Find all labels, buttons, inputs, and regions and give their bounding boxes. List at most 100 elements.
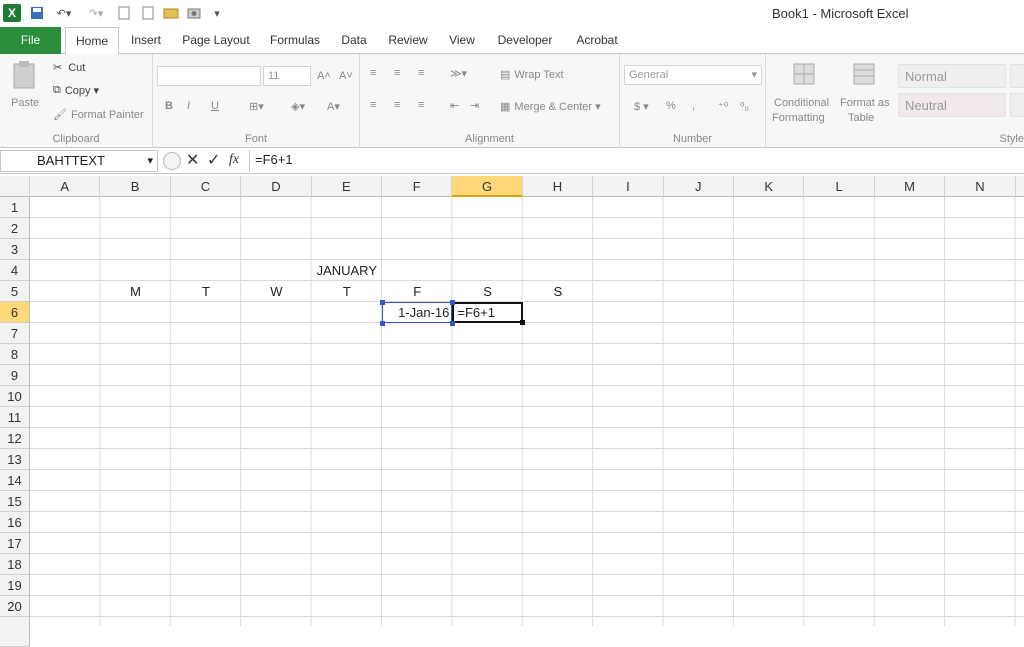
tab-insert[interactable]: Insert bbox=[124, 27, 168, 54]
cell-e4[interactable]: JANUARY bbox=[312, 260, 382, 281]
row-header-3[interactable]: 3 bbox=[0, 239, 30, 260]
column-header-e[interactable]: E bbox=[311, 176, 382, 197]
increase-decimal-icon[interactable]: ⁺⁰ bbox=[718, 100, 728, 113]
row-header-7[interactable]: 7 bbox=[0, 323, 30, 344]
name-box[interactable]: BAHTTEXT ▾ bbox=[0, 150, 158, 172]
tab-developer[interactable]: Developer bbox=[490, 27, 560, 54]
comma-icon[interactable]: , bbox=[692, 100, 695, 112]
row-header-13[interactable]: 13 bbox=[0, 449, 30, 470]
tab-home[interactable]: Home bbox=[65, 27, 119, 55]
column-header-overflow[interactable] bbox=[1015, 176, 1024, 197]
increase-indent-icon[interactable]: ⇥ bbox=[470, 99, 479, 112]
row-header-19[interactable]: 19 bbox=[0, 575, 30, 596]
column-header-n[interactable]: N bbox=[945, 176, 1016, 197]
borders-icon[interactable]: ⊞▾ bbox=[249, 100, 264, 113]
cell-h5[interactable]: S bbox=[523, 281, 593, 302]
customize-qat-icon[interactable]: ▾ bbox=[210, 4, 224, 22]
camera-icon[interactable] bbox=[186, 4, 202, 22]
column-header-a[interactable]: A bbox=[30, 176, 101, 197]
font-size-dropdown[interactable]: 11 bbox=[263, 66, 311, 86]
column-header-l[interactable]: L bbox=[804, 176, 875, 197]
row-header-6[interactable]: 6 bbox=[0, 302, 30, 323]
row-header-11[interactable]: 11 bbox=[0, 407, 30, 428]
column-header-f[interactable]: F bbox=[382, 176, 453, 197]
font-family-dropdown[interactable] bbox=[157, 66, 261, 86]
tab-page-layout[interactable]: Page Layout bbox=[176, 27, 256, 54]
row-header-1[interactable]: 1 bbox=[0, 197, 30, 218]
column-header-c[interactable]: C bbox=[170, 176, 242, 197]
formula-bar-resize-handle[interactable] bbox=[163, 152, 181, 170]
style-next-cell-2[interactable] bbox=[1010, 93, 1024, 117]
row-header-8[interactable]: 8 bbox=[0, 344, 30, 365]
tab-acrobat[interactable]: Acrobat bbox=[568, 27, 626, 54]
new-document-icon[interactable] bbox=[140, 4, 156, 22]
italic-button[interactable]: I bbox=[187, 100, 190, 112]
format-as-table-button[interactable]: Format as bbox=[840, 97, 890, 109]
align-top-icon[interactable]: ≡ bbox=[370, 67, 376, 79]
cell-f5[interactable]: F bbox=[382, 281, 452, 302]
worksheet-grid[interactable]: A B C D E F G H I J K L M N 1 2 3 4 5 6 7 8 9 10 11 12 13 14 15 16 17 1… bbox=[0, 176, 1024, 647]
align-bottom-icon[interactable]: ≡ bbox=[418, 67, 424, 79]
tab-view[interactable]: View bbox=[442, 27, 482, 54]
cut-button[interactable]: ✂ Cut bbox=[53, 61, 85, 75]
column-header-i[interactable]: I bbox=[593, 176, 664, 197]
save-icon[interactable] bbox=[28, 4, 46, 22]
decrease-decimal-icon[interactable]: ⁰₀ bbox=[740, 100, 749, 113]
style-neutral[interactable]: Neutral bbox=[898, 93, 1006, 117]
style-next-cell[interactable] bbox=[1010, 64, 1024, 88]
select-all-button[interactable] bbox=[0, 176, 30, 197]
row-header-4[interactable]: 4 bbox=[0, 260, 30, 281]
row-header-20[interactable]: 20 bbox=[0, 596, 30, 617]
row-header-9[interactable]: 9 bbox=[0, 365, 30, 386]
paste-icon[interactable] bbox=[11, 60, 39, 90]
column-header-h[interactable]: H bbox=[522, 176, 594, 197]
cell-d5[interactable]: W bbox=[241, 281, 311, 302]
underline-button[interactable]: U bbox=[211, 100, 219, 112]
tab-data[interactable]: Data bbox=[333, 27, 375, 54]
tab-review[interactable]: Review bbox=[382, 27, 434, 54]
bold-button[interactable]: B bbox=[165, 100, 173, 112]
merge-center-button[interactable]: ▦ Merge & Center ▾ bbox=[500, 100, 601, 114]
wrap-text-button[interactable]: ▤ Wrap Text bbox=[500, 68, 564, 82]
align-middle-icon[interactable]: ≡ bbox=[394, 67, 400, 79]
insert-function-icon[interactable]: fx bbox=[229, 152, 239, 168]
cell-g5[interactable]: S bbox=[452, 281, 522, 302]
row-header-overflow[interactable] bbox=[0, 617, 30, 647]
row-header-15[interactable]: 15 bbox=[0, 491, 30, 512]
decrease-font-icon[interactable]: A˅ bbox=[339, 70, 353, 82]
row-header-5[interactable]: 5 bbox=[0, 281, 30, 302]
column-header-b[interactable]: B bbox=[100, 176, 171, 197]
open-folder-icon[interactable] bbox=[162, 4, 180, 22]
column-header-d[interactable]: D bbox=[241, 176, 312, 197]
column-header-g[interactable]: G bbox=[452, 176, 523, 197]
undo-icon[interactable]: ↶▾ bbox=[52, 4, 76, 22]
cell-g6[interactable]: =F6+1 bbox=[452, 302, 523, 323]
row-header-17[interactable]: 17 bbox=[0, 533, 30, 554]
copy-button[interactable]: ⧉ Copy ▾ bbox=[53, 84, 99, 97]
currency-icon[interactable]: $ ▾ bbox=[634, 100, 649, 113]
cell-f6[interactable]: 1-Jan-16 bbox=[382, 302, 453, 323]
column-header-k[interactable]: K bbox=[734, 176, 805, 197]
cell-e5[interactable]: T bbox=[312, 281, 382, 302]
cell-c5[interactable]: T bbox=[171, 281, 241, 302]
tab-formulas[interactable]: Formulas bbox=[264, 27, 326, 54]
align-left-icon[interactable]: ≡ bbox=[370, 99, 376, 111]
redo-icon[interactable]: ↷▾ bbox=[84, 4, 108, 22]
decrease-indent-icon[interactable]: ⇤ bbox=[450, 99, 459, 112]
percent-icon[interactable]: % bbox=[666, 100, 676, 112]
fill-handle[interactable] bbox=[519, 320, 525, 325]
number-format-dropdown[interactable]: General ▾ bbox=[624, 65, 762, 85]
paste-button[interactable]: Paste bbox=[11, 97, 39, 109]
font-color-icon[interactable]: A▾ bbox=[327, 100, 340, 113]
conditional-formatting-button[interactable]: Conditional bbox=[774, 97, 829, 109]
cancel-icon[interactable]: ✕ bbox=[186, 150, 199, 170]
style-normal[interactable]: Normal bbox=[898, 64, 1006, 88]
row-header-10[interactable]: 10 bbox=[0, 386, 30, 407]
orientation-icon[interactable]: ≫▾ bbox=[450, 67, 467, 80]
row-header-16[interactable]: 16 bbox=[0, 512, 30, 533]
formula-input[interactable]: =F6+1 bbox=[255, 152, 1015, 170]
increase-font-icon[interactable]: A˄ bbox=[317, 70, 331, 82]
row-header-2[interactable]: 2 bbox=[0, 218, 30, 239]
column-header-m[interactable]: M bbox=[874, 176, 946, 197]
format-painter-button[interactable]: 🖌 Format Painter bbox=[53, 108, 144, 122]
